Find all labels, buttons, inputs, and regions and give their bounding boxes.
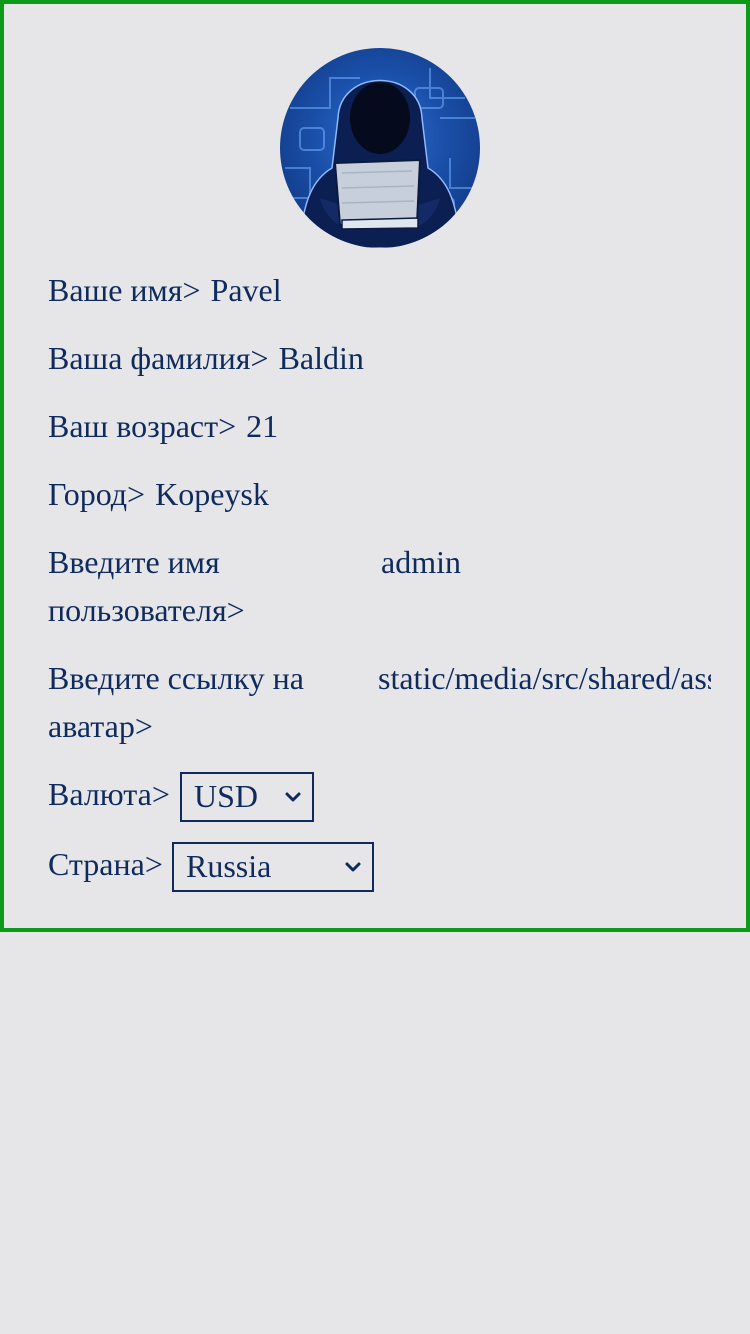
currency-select[interactable]: USD bbox=[180, 772, 314, 822]
last-name-label: Ваша фамилия> bbox=[48, 340, 269, 376]
city-row: Город> Kopeysk bbox=[48, 470, 269, 518]
hacker-avatar-icon bbox=[280, 48, 480, 248]
profile-card: Ваше имя> Pavel Ваша фамилия> Baldin Ваш в… bbox=[0, 0, 750, 932]
city-value[interactable]: Kopeysk bbox=[155, 470, 269, 518]
last-name-row: Ваша фамилия> Baldin bbox=[48, 334, 364, 382]
country-selected-value: Russia bbox=[186, 848, 272, 884]
first-name-label: Ваше имя> bbox=[48, 272, 201, 308]
first-name-value[interactable]: Pavel bbox=[211, 266, 282, 314]
country-label: Страна> bbox=[48, 846, 163, 882]
city-label: Город> bbox=[48, 476, 146, 512]
currency-label: Валюта> bbox=[48, 776, 170, 812]
age-label: Ваш возраст> bbox=[48, 408, 237, 444]
chevron-down-icon bbox=[345, 862, 361, 872]
username-value[interactable]: admin bbox=[381, 538, 711, 586]
currency-row: Валюта> bbox=[48, 770, 170, 818]
avatar-link-label: Введите ссылку на аватар> bbox=[48, 660, 304, 744]
country-select[interactable]: Russia bbox=[172, 842, 374, 892]
last-name-value[interactable]: Baldin bbox=[279, 334, 364, 382]
currency-selected-value: USD bbox=[194, 778, 259, 814]
country-row: Страна> bbox=[48, 840, 163, 888]
chevron-down-icon bbox=[285, 792, 301, 802]
age-row: Ваш возраст> 21 bbox=[48, 402, 278, 450]
username-label: Введите имя пользователя> bbox=[48, 544, 245, 628]
first-name-row: Ваше имя> Pavel bbox=[48, 266, 282, 314]
age-value[interactable]: 21 bbox=[246, 402, 278, 450]
avatar-link-value[interactable]: static/media/src/shared/ass bbox=[378, 654, 711, 702]
